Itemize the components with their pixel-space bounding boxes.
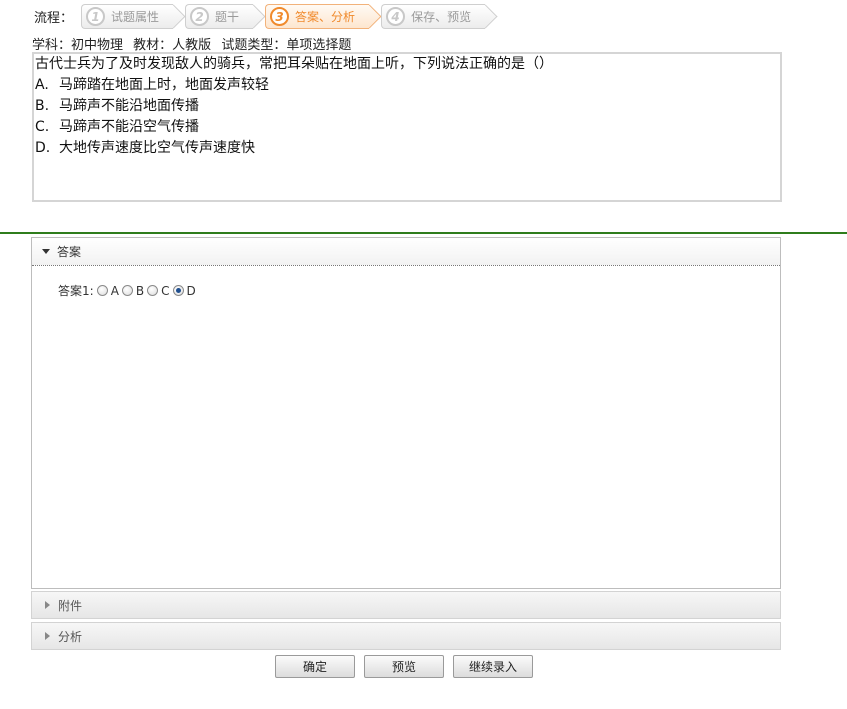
radio-label: D [186,283,196,298]
radio-dot [175,288,181,293]
step-label: 试题属性 [111,10,160,24]
answer-label: 答案1: [58,284,94,298]
flow-label: 流程： [34,11,74,26]
analysis-panel-header[interactable]: 分析 [31,622,781,650]
radio-label: A [110,283,119,298]
answer-panel-title: 答案 [57,245,82,259]
radio-icon[interactable] [96,285,108,296]
preview-button[interactable]: 预览 [364,655,444,678]
option-text: 大地传声速度比空气传声速度快 [59,140,255,156]
option-d: D. 大地传声速度比空气传声速度快 [35,138,780,159]
answer-panel: 答案 答案1: A B C D [31,237,781,589]
step-number-2: 2 [190,7,210,26]
step-label: 保存、预览 [411,10,472,24]
option-key: C. [35,119,50,135]
step-save-preview[interactable]: 4 保存、预览 [381,4,486,29]
radio-icon[interactable] [121,285,133,296]
question-type-text: 试题类型：单项选择题 [221,38,352,53]
option-a: A. 马蹄踏在地面上时，地面发声较轻 [35,75,780,96]
process-flow: 流程： 1 试题属性 2 题干 3 答案、分析 4 保存、预览 [34,4,497,29]
confirm-button[interactable]: 确定 [275,655,355,678]
question-content-box[interactable]: 古代士兵为了及时发现敌人的骑兵，常把耳朵贴在地面上听，下列说法正确的是（） A.… [32,52,782,202]
option-key: B. [35,98,50,114]
option-key: A. [35,77,49,93]
option-text: 马蹄声不能沿地面传播 [59,98,199,114]
option-key: D. [35,140,51,156]
chevron-right-icon [45,601,50,609]
step-number-4: 4 [386,7,406,26]
chevron-down-icon [42,249,50,254]
radio-checked-icon[interactable] [172,285,184,296]
step-answer-analysis[interactable]: 3 答案、分析 [265,4,370,29]
step-number-1: 1 [86,7,106,26]
step-question-properties[interactable]: 1 试题属性 [81,4,174,29]
question-meta: 学科：初中物理 教材：人教版 试题类型：单项选择题 [32,34,357,53]
answer-row: 答案1: A B C D [58,282,199,299]
answer-radio-d[interactable]: D [172,283,196,298]
answer-radio-c[interactable]: C [147,283,170,298]
answer-radio-b[interactable]: B [121,283,145,298]
step-question-stem[interactable]: 2 题干 [185,4,254,29]
section-divider [0,232,847,234]
radio-label: C [161,283,170,298]
option-text: 马蹄声不能沿空气传播 [59,119,199,135]
option-b: B. 马蹄声不能沿地面传播 [35,96,780,117]
answer-panel-header[interactable]: 答案 [32,238,780,266]
question-stem: 古代士兵为了及时发现敌人的骑兵，常把耳朵贴在地面上听，下列说法正确的是（） [35,56,553,72]
analysis-panel-title: 分析 [58,629,83,644]
continue-entry-button[interactable]: 继续录入 [453,655,533,678]
step-label: 答案、分析 [295,10,356,24]
step-label: 题干 [215,10,240,24]
chevron-right-icon [45,632,50,640]
option-text: 马蹄踏在地面上时，地面发声较轻 [59,77,269,93]
subject-text: 学科：初中物理 [32,38,124,53]
step-number-3: 3 [270,7,290,26]
radio-label: B [135,283,145,298]
option-c: C. 马蹄声不能沿空气传播 [35,117,780,138]
textbook-text: 教材：人教版 [133,38,212,53]
attachment-panel-title: 附件 [58,598,83,613]
attachment-panel-header[interactable]: 附件 [31,591,781,619]
answer-radio-a[interactable]: A [96,283,119,298]
radio-icon[interactable] [147,285,159,296]
